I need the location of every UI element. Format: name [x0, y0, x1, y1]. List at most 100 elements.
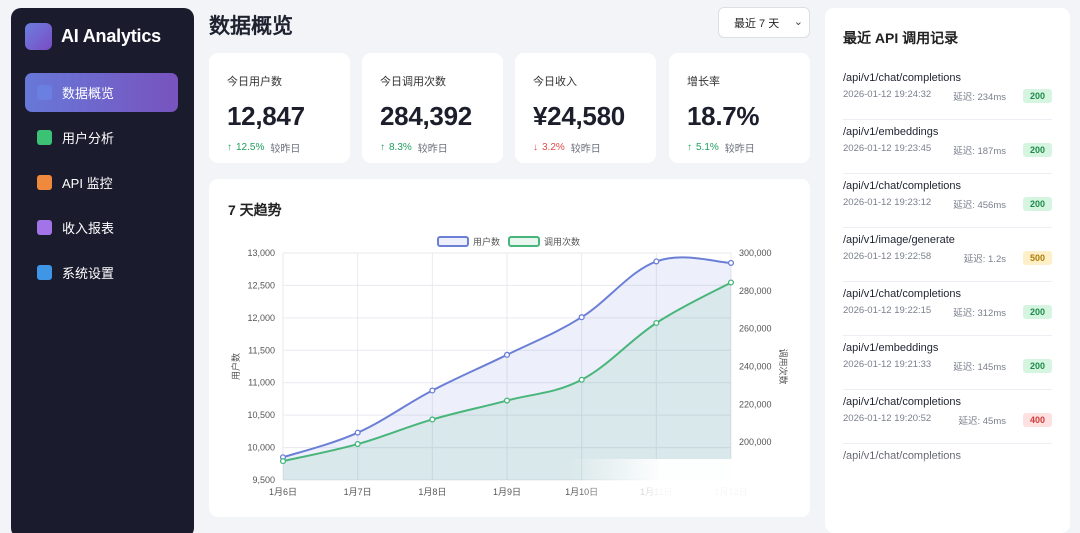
stat-compare: 较昨日	[724, 144, 755, 155]
trend-chart-card: 7 天趋势 9,500 10,000 10,500 11,000 11,500 12,00…	[209, 179, 810, 517]
data-point	[578, 314, 585, 321]
stat-value: ¥24,580	[533, 101, 625, 131]
y-tick-label-right: 300,000	[739, 248, 772, 258]
sidebar-nav: 数据概览 用户分析 API 监控 收入报表 系统设置	[25, 73, 178, 298]
api-log-row[interactable]: /api/v1/chat/completions 2026-01-12 19:20…	[843, 390, 1052, 444]
data-point	[429, 387, 436, 394]
api-log-row[interactable]: /api/v1/chat/completions 2026-01-12 19:23…	[843, 174, 1052, 228]
api-path: /api/v1/chat/completions	[843, 288, 962, 300]
data-point	[503, 351, 511, 358]
stat-label: 今日用户数	[227, 76, 282, 88]
x-tick-label: 1月9日	[493, 487, 521, 497]
api-log-row[interactable]: /api/v1/chat/completions	[843, 444, 1052, 498]
data-point	[653, 258, 660, 265]
status-badge: 200	[1023, 197, 1052, 211]
stat-card-revenue: 今日收入 ¥24,580 ↓ 3.2% 较昨日	[515, 53, 656, 163]
data-point	[727, 279, 735, 286]
chevron-down-icon: ⌄	[793, 16, 803, 28]
x-tick-label: 1月7日	[344, 487, 372, 497]
page-title: 数据概览	[209, 15, 293, 38]
api-log-row[interactable]: /api/v1/chat/completions 2026-01-12 19:22…	[843, 282, 1052, 336]
sidebar-item-label: 收入报表	[62, 221, 115, 236]
data-point	[354, 441, 361, 448]
api-timestamp: 2026-01-12 19:23:12	[843, 197, 932, 208]
sidebar-item-label: 系统设置	[62, 266, 115, 281]
api-log-row[interactable]: /api/v1/image/generate 2026-01-12 19:22:5…	[843, 228, 1052, 282]
legend-swatch	[437, 236, 469, 247]
y-tick-label-right: 280,000	[739, 286, 772, 296]
arrow-up-icon: ↑	[687, 142, 692, 153]
api-path: /api/v1/image/generate	[843, 234, 955, 246]
stat-label: 增长率	[687, 76, 720, 88]
api-path: /api/v1/chat/completions	[843, 72, 962, 84]
api-latency: 延迟: 45ms	[958, 416, 1006, 427]
api-latency: 延迟: 234ms	[953, 92, 1006, 103]
y-tick-label-left: 10,000	[247, 443, 275, 453]
api-log-row[interactable]: /api/v1/chat/completions 2026-01-12 19:24…	[843, 66, 1052, 120]
brand[interactable]: AI Analytics	[25, 23, 161, 50]
data-point	[503, 397, 511, 404]
status-badge: 500	[1023, 251, 1052, 265]
y-axis-title-right: 调用次数	[778, 348, 789, 384]
monitor-icon	[37, 175, 52, 190]
status-badge: 200	[1023, 359, 1052, 373]
date-range-select[interactable]: 最近 7 天 ⌄	[718, 7, 810, 38]
y-axis-title-left: 用户数	[230, 353, 241, 380]
status-badge: 200	[1023, 89, 1052, 103]
sidebar-item-label: 数据概览	[62, 86, 115, 101]
stat-change: ↓ 3.2% 较昨日	[533, 140, 656, 155]
x-tick-label: 1月10日	[565, 487, 598, 497]
api-timestamp: 2026-01-12 19:22:15	[843, 305, 932, 316]
stat-compare: 较昨日	[417, 144, 448, 155]
trend-chart: 9,500 10,000 10,500 11,000 11,500 12,000 12,50…	[230, 236, 789, 497]
data-point	[727, 259, 735, 266]
stat-change: ↑ 12.5% 较昨日	[227, 140, 350, 155]
sidebar-item-overview[interactable]: 数据概览	[25, 73, 178, 112]
sidebar-item-label: API 监控	[62, 176, 113, 191]
y-tick-label-left: 13,000	[247, 248, 275, 258]
brand-logo-icon	[25, 23, 52, 50]
y-tick-label-right: 200,000	[739, 437, 772, 447]
arrow-down-icon: ↓	[533, 142, 538, 153]
sidebar-item-api-monitor[interactable]: API 监控	[25, 163, 178, 202]
date-range-value: 最近 7 天	[734, 17, 780, 30]
legend-label: 调用次数	[544, 236, 580, 247]
sidebar-item-revenue[interactable]: 收入报表	[25, 208, 178, 247]
api-path: /api/v1/chat/completions	[843, 396, 962, 408]
stat-change: ↑ 8.3% 较昨日	[380, 140, 503, 155]
api-log-list: /api/v1/chat/completions 2026-01-12 19:24…	[843, 66, 1052, 498]
stat-compare: 较昨日	[270, 144, 301, 155]
status-badge: 200	[1023, 143, 1052, 157]
stat-change-value: 5.1%	[696, 142, 719, 153]
api-timestamp: 2026-01-12 19:22:58	[843, 251, 932, 262]
data-point	[653, 319, 660, 327]
legend-label: 用户数	[473, 236, 500, 247]
settings-icon	[37, 265, 52, 280]
y-tick-label-left: 9,500	[252, 475, 275, 485]
api-timestamp: 2026-01-12 19:20:52	[843, 413, 932, 424]
api-log-row[interactable]: /api/v1/embeddings 2026-01-12 19:21:33 延迟:…	[843, 336, 1052, 390]
y-tick-label-left: 11,500	[248, 345, 275, 355]
stat-compare: 较昨日	[570, 144, 601, 155]
api-log-title: 最近 API 调用记录	[843, 30, 959, 46]
stat-value: 12,847	[227, 101, 305, 131]
stat-change-value: 8.3%	[389, 142, 412, 153]
api-path: /api/v1/embeddings	[843, 126, 939, 138]
api-latency: 延迟: 456ms	[953, 200, 1006, 211]
api-timestamp: 2026-01-12 19:24:32	[843, 89, 932, 100]
api-log-row[interactable]: /api/v1/embeddings 2026-01-12 19:23:45 延迟:…	[843, 120, 1052, 174]
x-tick-label: 1月8日	[418, 487, 446, 497]
stat-value: 18.7%	[687, 101, 760, 131]
sidebar-item-users[interactable]: 用户分析	[25, 118, 178, 157]
brand-name: AI Analytics	[61, 26, 161, 46]
arrow-up-icon: ↑	[227, 142, 232, 153]
api-path: /api/v1/chat/completions	[843, 450, 962, 462]
api-timestamp: 2026-01-12 19:21:33	[843, 359, 932, 370]
overview-icon	[37, 85, 52, 100]
sidebar-item-settings[interactable]: 系统设置	[25, 253, 178, 292]
revenue-icon	[37, 220, 52, 235]
api-timestamp: 2026-01-12 19:23:45	[843, 143, 932, 154]
y-tick-label-left: 11,000	[248, 378, 275, 388]
api-latency: 延迟: 187ms	[953, 146, 1006, 157]
y-tick-label-left: 12,500	[247, 280, 275, 290]
